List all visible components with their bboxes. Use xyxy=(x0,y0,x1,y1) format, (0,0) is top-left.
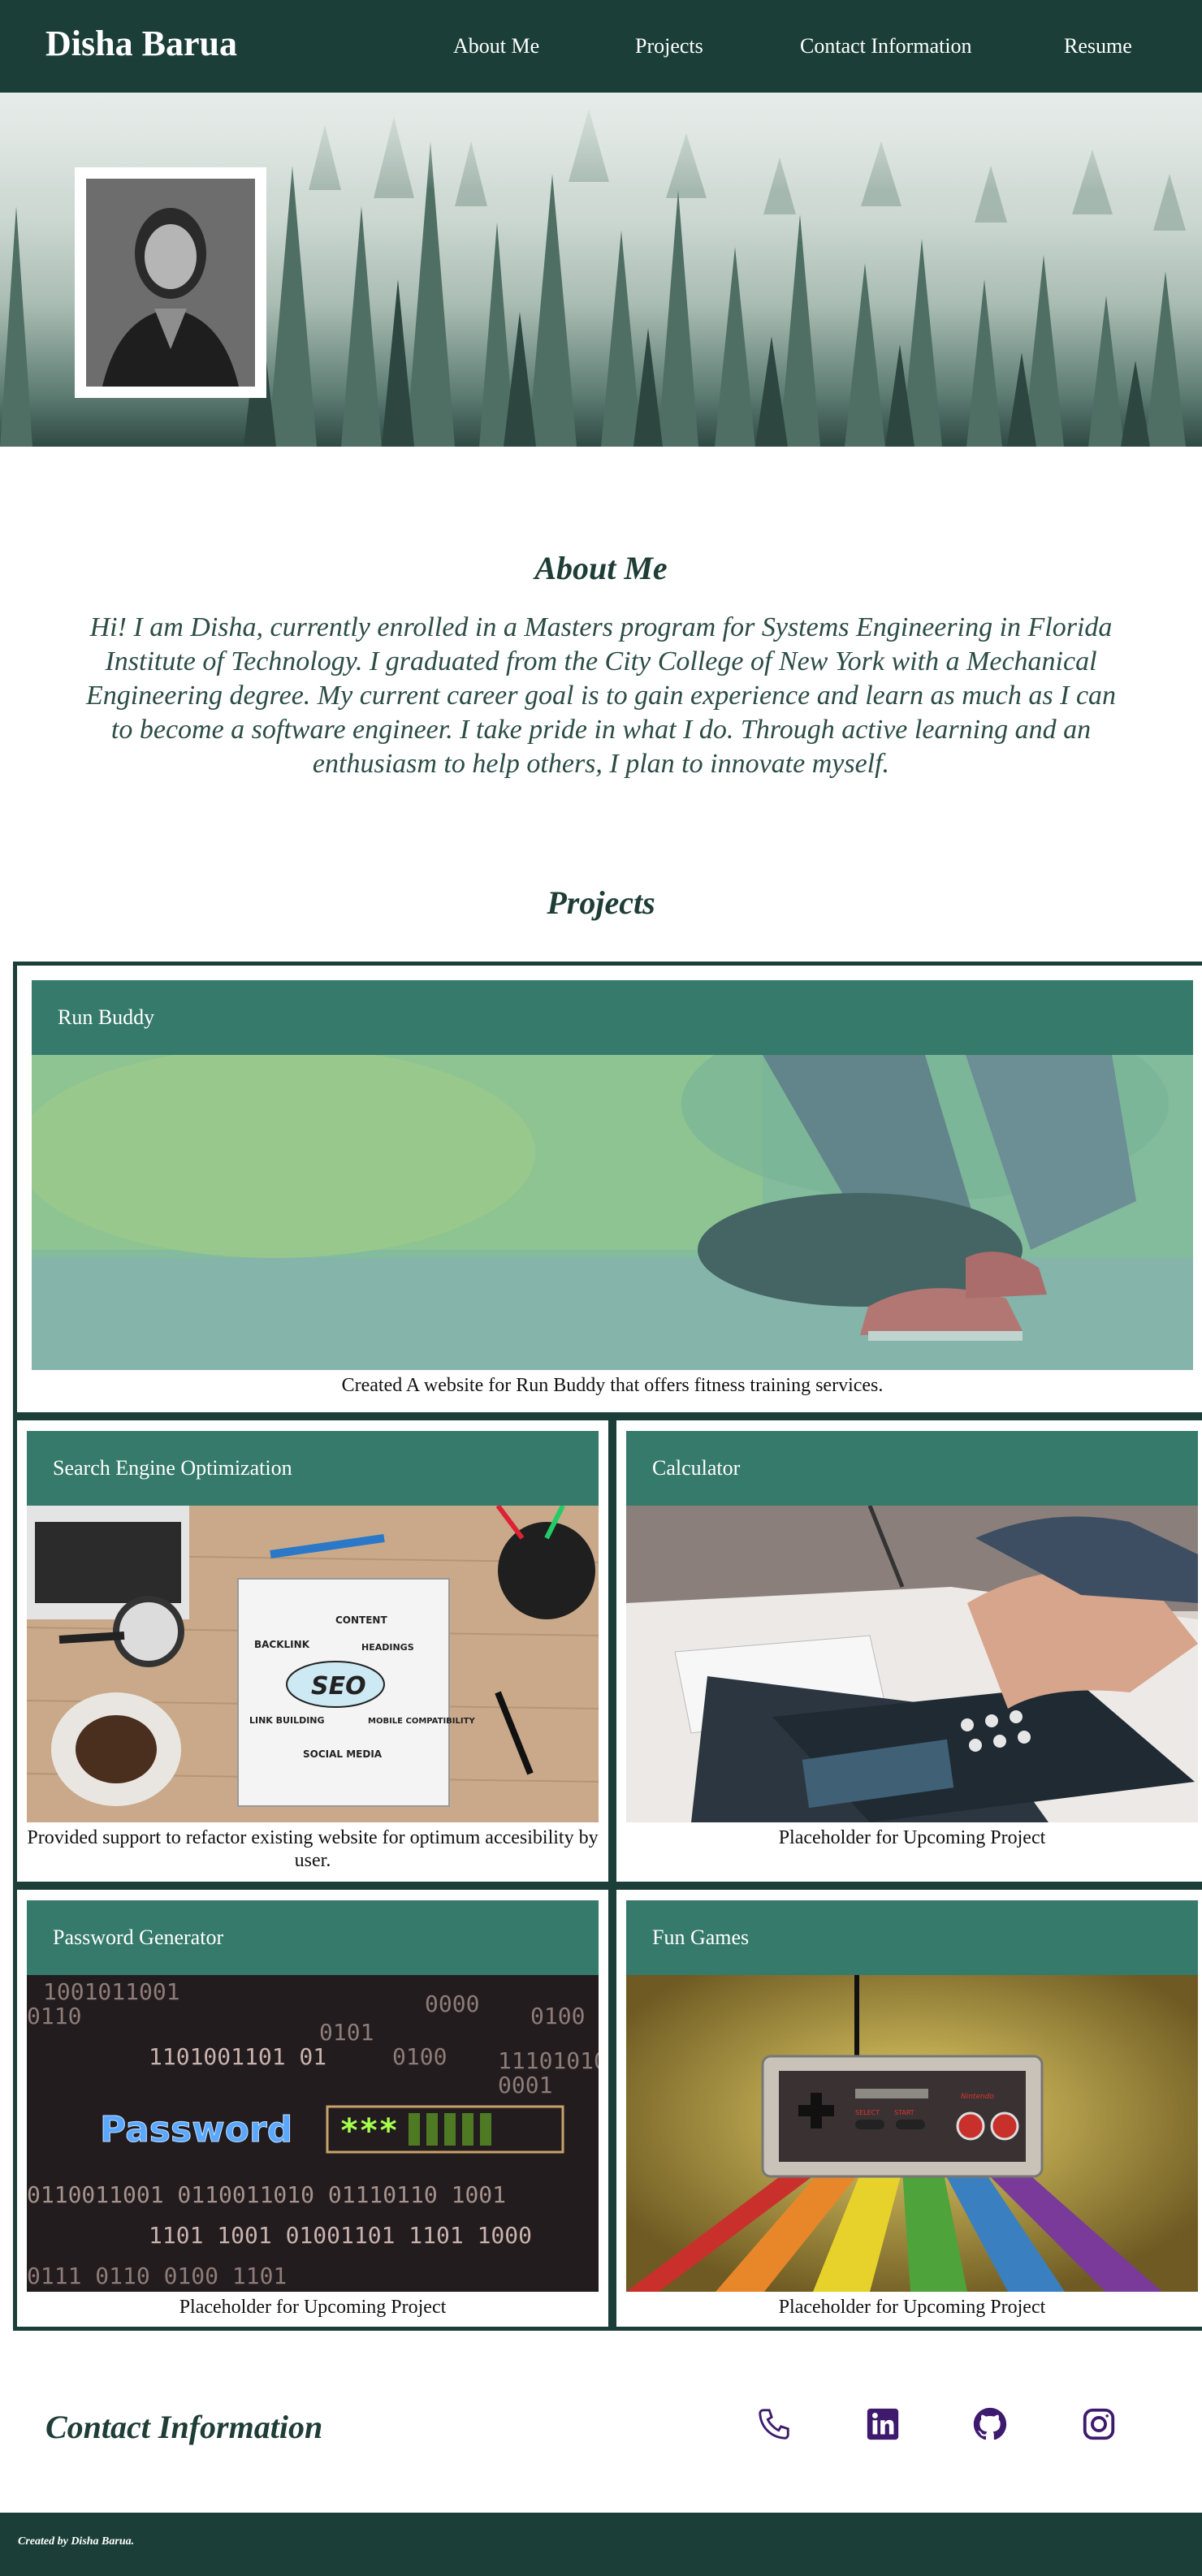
site-footer: Created by Disha Barua. xyxy=(0,2513,1202,2576)
project-caption-run-buddy: Created A website for Run Buddy that off… xyxy=(341,1375,884,1396)
hero-banner xyxy=(0,93,1202,447)
binary-line: 11101010 xyxy=(498,2047,599,2074)
project-card-seo[interactable]: Search Engine Optimization CONTENT BACKL… xyxy=(13,1416,612,1886)
about-title: About Me xyxy=(534,550,668,586)
project-title-calculator[interactable]: Calculator xyxy=(626,1431,1198,1506)
password-word: Password xyxy=(100,2109,292,2150)
footer-credit: Created by Disha Barua. xyxy=(18,2535,135,2548)
project-card-password-generator[interactable]: Password Generator 1001011001 0110 0101 … xyxy=(13,1886,612,2331)
seo-word-backlink: BACKLINK xyxy=(254,1639,310,1650)
seo-word-social: SOCIAL MEDIA xyxy=(303,1748,383,1760)
seo-word-mobile: MOBILE COMPATIBILITY xyxy=(368,1717,475,1726)
seo-word-link-building: LINK BUILDING xyxy=(249,1715,325,1726)
password-mask: *** xyxy=(339,2112,398,2150)
nav-projects[interactable]: Projects xyxy=(635,0,703,93)
project-title-password-generator[interactable]: Password Generator xyxy=(27,1900,599,1975)
binary-line: 0001 xyxy=(498,2072,552,2098)
controller-start-label: START xyxy=(894,2109,914,2116)
project-caption-calculator: Placeholder for Upcoming Project xyxy=(778,1827,1046,1848)
project-card-fun-games[interactable]: Fun Games SELECT START Nintendo Placehol… xyxy=(612,1886,1202,2331)
nav-link-about[interactable]: About Me xyxy=(453,34,539,58)
running-shoes-photo[interactable] xyxy=(32,1055,1193,1370)
project-card-calculator[interactable]: Calculator Placeholder for Upcoming Proj… xyxy=(612,1416,1202,1886)
instagram-icon[interactable] xyxy=(1080,2405,1118,2443)
binary-line: 0111 0110 0100 1101 xyxy=(27,2263,287,2289)
nav-link-contact[interactable]: Contact Information xyxy=(800,34,972,58)
profile-photo-frame xyxy=(75,167,266,398)
project-title-seo[interactable]: Search Engine Optimization xyxy=(27,1431,599,1506)
calculator-photo[interactable] xyxy=(626,1506,1198,1822)
binary-line: 0110 xyxy=(27,2003,81,2029)
about-paragraph: Hi! I am Disha, currently enrolled in a … xyxy=(85,612,1117,779)
controller-brand-label: Nintendo xyxy=(961,2093,994,2101)
binary-line: 0000 xyxy=(425,1990,479,2017)
site-brand[interactable]: Disha Barua xyxy=(45,23,237,64)
game-controller-photo[interactable]: SELECT START Nintendo xyxy=(626,1975,1198,2292)
seo-notebook-photo[interactable]: CONTENT BACKLINK HEADINGS SEO LINK BUILD… xyxy=(27,1506,599,1822)
github-icon[interactable] xyxy=(971,2405,1009,2443)
project-caption-fun-games: Placeholder for Upcoming Project xyxy=(778,2297,1046,2318)
project-title-fun-games[interactable]: Fun Games xyxy=(626,1900,1198,1975)
nav-resume[interactable]: Resume xyxy=(1064,0,1132,93)
seo-word-seo: SEO xyxy=(311,1672,366,1701)
binary-line: 1101 1001 01001101 1101 1000 xyxy=(149,2222,532,2249)
project-title-run-buddy[interactable]: Run Buddy xyxy=(32,980,1193,1055)
binary-line: 1101001101 01 xyxy=(149,2043,326,2070)
nav-contact[interactable]: Contact Information xyxy=(800,0,972,93)
projects-title: Projects xyxy=(547,884,655,921)
project-caption-password-generator: Placeholder for Upcoming Project xyxy=(179,2297,447,2318)
phone-icon[interactable] xyxy=(755,2405,793,2443)
controller-select-label: SELECT xyxy=(855,2109,880,2116)
nav-about[interactable]: About Me xyxy=(453,0,539,93)
contact-title: Contact Information xyxy=(45,2409,323,2445)
nav-link-resume[interactable]: Resume xyxy=(1064,34,1132,58)
nav-link-projects[interactable]: Projects xyxy=(635,34,703,58)
site-header: Disha Barua About Me Projects Contact In… xyxy=(0,0,1202,93)
profile-photo xyxy=(86,179,255,387)
project-card-run-buddy[interactable]: Run Buddy Created A website for Run Budd… xyxy=(13,962,1202,1416)
project-caption-seo: Provided support to refactor existing we… xyxy=(27,1827,599,1871)
binary-line: 0101 xyxy=(319,2019,374,2046)
binary-line: 0100 xyxy=(530,2003,585,2029)
seo-word-content: CONTENT xyxy=(335,1614,387,1626)
binary-line: 1001011001 xyxy=(43,1978,180,2005)
binary-line: 0100 xyxy=(392,2043,447,2070)
binary-line: 0110011001 0110011010 01110110 1001 xyxy=(27,2181,506,2208)
password-binary-photo[interactable]: 1001011001 0110 0101 0000 0100 110100110… xyxy=(27,1975,599,2292)
seo-word-headings: HEADINGS xyxy=(361,1642,414,1653)
linkedin-icon[interactable] xyxy=(864,2405,902,2443)
